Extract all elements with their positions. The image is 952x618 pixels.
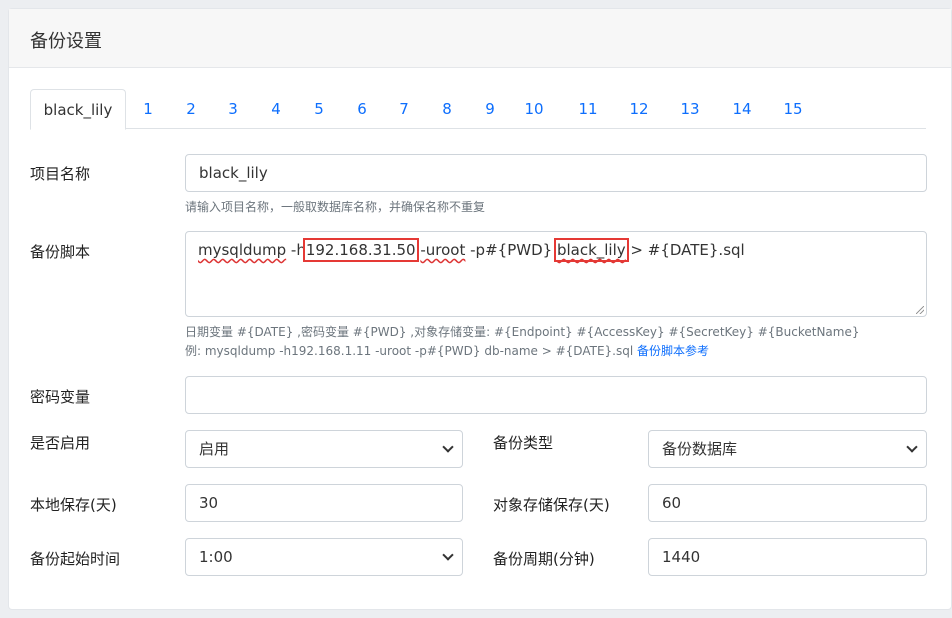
tab-6[interactable]: 6 xyxy=(352,89,372,129)
script-host-flag: -h xyxy=(286,241,306,259)
script-example-text: 例: mysqldump -h192.168.1.11 -uroot -p#{P… xyxy=(185,344,637,358)
tab-black-lily[interactable]: black_lily xyxy=(30,89,126,130)
start-time-select[interactable]: 1:00 xyxy=(185,538,463,576)
script-pwd: -p#{PWD} xyxy=(465,241,557,259)
project-tabs: black_lily 1 2 3 4 5 6 7 8 9 10 11 12 13… xyxy=(30,89,926,130)
tab-3[interactable]: 3 xyxy=(223,89,243,129)
start-time-value: 1:00 xyxy=(199,548,233,566)
tab-10[interactable]: 10 xyxy=(520,89,548,129)
card-header: 备份设置 xyxy=(9,9,951,68)
tab-7[interactable]: 7 xyxy=(394,89,414,129)
tab-9[interactable]: 9 xyxy=(480,89,500,129)
tab-11[interactable]: 11 xyxy=(574,89,602,129)
script-reference-link[interactable]: 备份脚本参考 xyxy=(637,344,709,358)
tab-12[interactable]: 12 xyxy=(625,89,653,129)
script-cmd: mysqldump xyxy=(198,241,287,259)
tab-4[interactable]: 4 xyxy=(266,89,286,129)
local-keep-input[interactable]: 30 xyxy=(185,484,463,522)
backup-type-select[interactable]: 备份数据库 xyxy=(648,430,927,468)
backup-script-textarea[interactable]: mysqldump -h192.168.31.50 -uroot -p#{PWD… xyxy=(185,231,927,317)
tab-2[interactable]: 2 xyxy=(181,89,201,129)
chevron-down-icon xyxy=(442,549,454,561)
tab-5[interactable]: 5 xyxy=(309,89,329,129)
enabled-label: 是否启用 xyxy=(30,434,91,452)
script-host-highlight: 192.168.31.50 xyxy=(302,238,419,262)
chevron-down-icon xyxy=(442,441,454,453)
tab-1[interactable]: 1 xyxy=(138,89,158,129)
oss-keep-label: 对象存储保存(天) xyxy=(493,496,610,514)
script-db-highlight: black_lily xyxy=(553,238,629,262)
project-name-help: 请输入项目名称，一般取数据库名称，并确保名称不重复 xyxy=(185,200,486,214)
password-var-input[interactable] xyxy=(185,376,927,414)
backup-type-label: 备份类型 xyxy=(493,434,554,452)
script-output: > #{DATE}.sql xyxy=(625,241,745,259)
backup-script-label: 备份脚本 xyxy=(30,243,91,261)
start-time-label: 备份起始时间 xyxy=(30,550,121,568)
chevron-down-icon xyxy=(906,441,918,453)
period-label: 备份周期(分钟) xyxy=(493,550,595,568)
resize-grip-icon[interactable] xyxy=(916,306,924,314)
password-var-label: 密码变量 xyxy=(30,388,91,406)
script-example-help: 例: mysqldump -h192.168.1.11 -uroot -p#{P… xyxy=(185,342,709,359)
enabled-value: 启用 xyxy=(199,440,230,458)
backup-settings-card: 备份设置 black_lily 1 2 3 4 5 6 7 8 9 10 11 … xyxy=(8,8,952,610)
backup-type-value: 备份数据库 xyxy=(662,440,738,458)
tab-13[interactable]: 13 xyxy=(676,89,704,129)
tab-14[interactable]: 14 xyxy=(728,89,756,129)
tab-15[interactable]: 15 xyxy=(779,89,807,129)
period-input[interactable]: 1440 xyxy=(648,538,927,576)
enabled-select[interactable]: 启用 xyxy=(185,430,463,468)
tab-8[interactable]: 8 xyxy=(437,89,457,129)
project-name-input[interactable]: black_lily xyxy=(185,154,927,192)
project-name-label: 项目名称 xyxy=(30,165,91,183)
oss-keep-input[interactable]: 60 xyxy=(648,484,927,522)
script-vars-help: 日期变量 #{DATE} ,密码变量 #{PWD} ,对象存储变量: #{End… xyxy=(185,325,860,339)
local-keep-label: 本地保存(天) xyxy=(30,496,117,514)
page-title: 备份设置 xyxy=(30,31,102,52)
script-user: -uroot xyxy=(420,241,466,259)
